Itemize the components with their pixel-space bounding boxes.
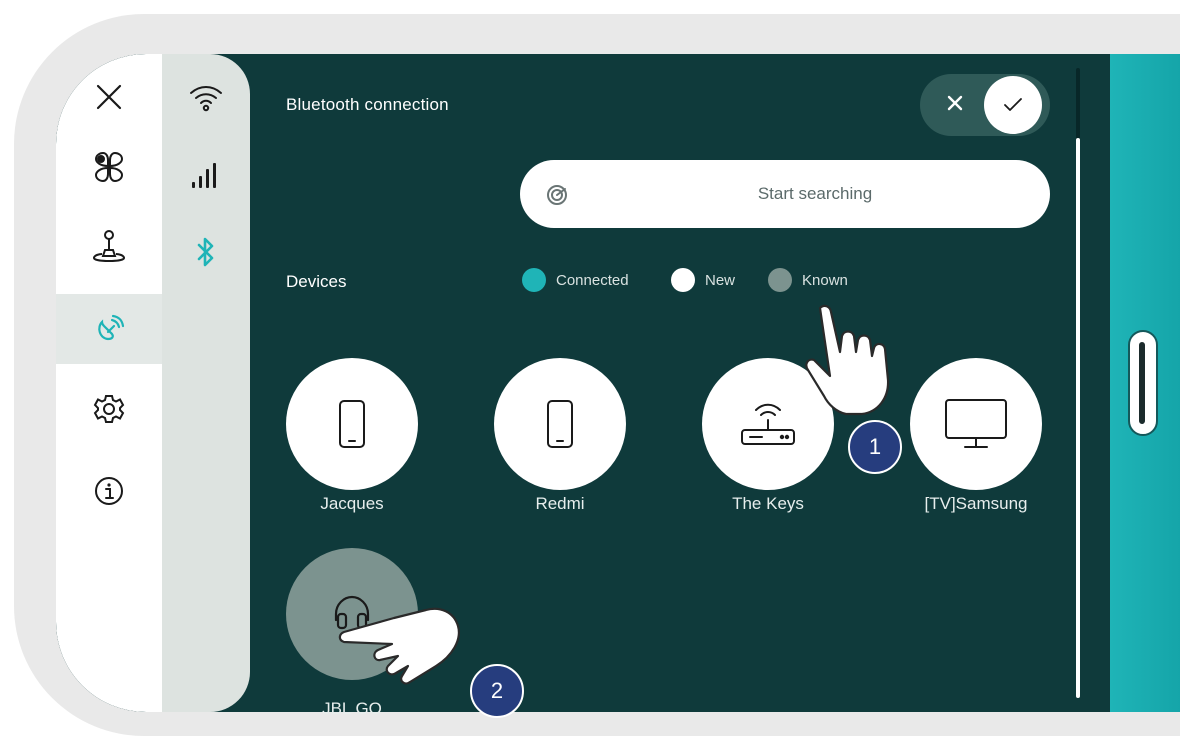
- smartphone-icon: [339, 400, 365, 448]
- devices-heading: Devices: [286, 272, 347, 291]
- connectivity-icon: [98, 314, 125, 341]
- device-name: JBL GO: [322, 699, 382, 718]
- pointing-hand-icon: [805, 304, 890, 416]
- nav-cellular[interactable]: [162, 146, 250, 206]
- page-title: Bluetooth connection: [286, 95, 449, 114]
- nav-wifi[interactable]: [162, 68, 250, 128]
- settings-icon: [93, 395, 125, 423]
- legend-label: New: [705, 271, 736, 289]
- secondary-nav: [162, 54, 250, 712]
- legend-label: Known: [802, 271, 848, 289]
- smartphone-icon: [547, 400, 573, 448]
- nav-info[interactable]: [56, 456, 162, 526]
- nav-settings[interactable]: [56, 374, 162, 444]
- legend-dot-new: [671, 268, 695, 292]
- pointing-hand-icon: [338, 607, 460, 685]
- check-icon: [1004, 98, 1022, 111]
- close-button[interactable]: [56, 62, 162, 132]
- callout-1: 1: [848, 420, 902, 474]
- legend-connected: Connected: [522, 268, 629, 292]
- tv-icon: [945, 399, 1007, 448]
- device-name: [TV]Samsung: [924, 494, 1028, 513]
- bluetooth-toggle[interactable]: [920, 74, 1050, 136]
- toggle-off-icon: [942, 90, 968, 116]
- router-icon: [741, 403, 795, 445]
- callout-2: 2: [470, 664, 524, 718]
- nav-connectivity[interactable]: [56, 294, 162, 364]
- device-tv-samsung[interactable]: [910, 358, 1042, 490]
- nav-joystick[interactable]: [56, 212, 162, 282]
- joystick-icon: [93, 230, 126, 262]
- wifi-icon: [190, 86, 222, 112]
- legend-dot-known: [768, 268, 792, 292]
- device-jacques[interactable]: [286, 358, 418, 490]
- search-label: Start searching: [757, 184, 873, 203]
- legend-dot-connected: [522, 268, 546, 292]
- legend-label: Connected: [556, 271, 629, 289]
- cellular-signal-icon: [192, 163, 216, 188]
- close-icon: [96, 84, 122, 110]
- primary-nav: [56, 54, 162, 712]
- legend-known: Known: [768, 268, 848, 292]
- device-name: The Keys: [732, 494, 804, 513]
- toggle-knob: [984, 76, 1042, 134]
- device-name: Jacques: [320, 494, 384, 513]
- info-icon: [95, 477, 123, 505]
- nav-dashboard[interactable]: [56, 132, 162, 202]
- side-handle-grip: [1139, 342, 1145, 424]
- bluetooth-icon: [197, 237, 214, 267]
- scrollbar-thumb[interactable]: [1076, 138, 1080, 698]
- dashboard-icon: [94, 151, 124, 183]
- device-redmi[interactable]: [494, 358, 626, 490]
- start-search-button[interactable]: Start searching: [520, 160, 1050, 228]
- legend-new: New: [671, 268, 735, 292]
- device-name: Redmi: [535, 494, 585, 513]
- nav-bluetooth[interactable]: [162, 222, 250, 282]
